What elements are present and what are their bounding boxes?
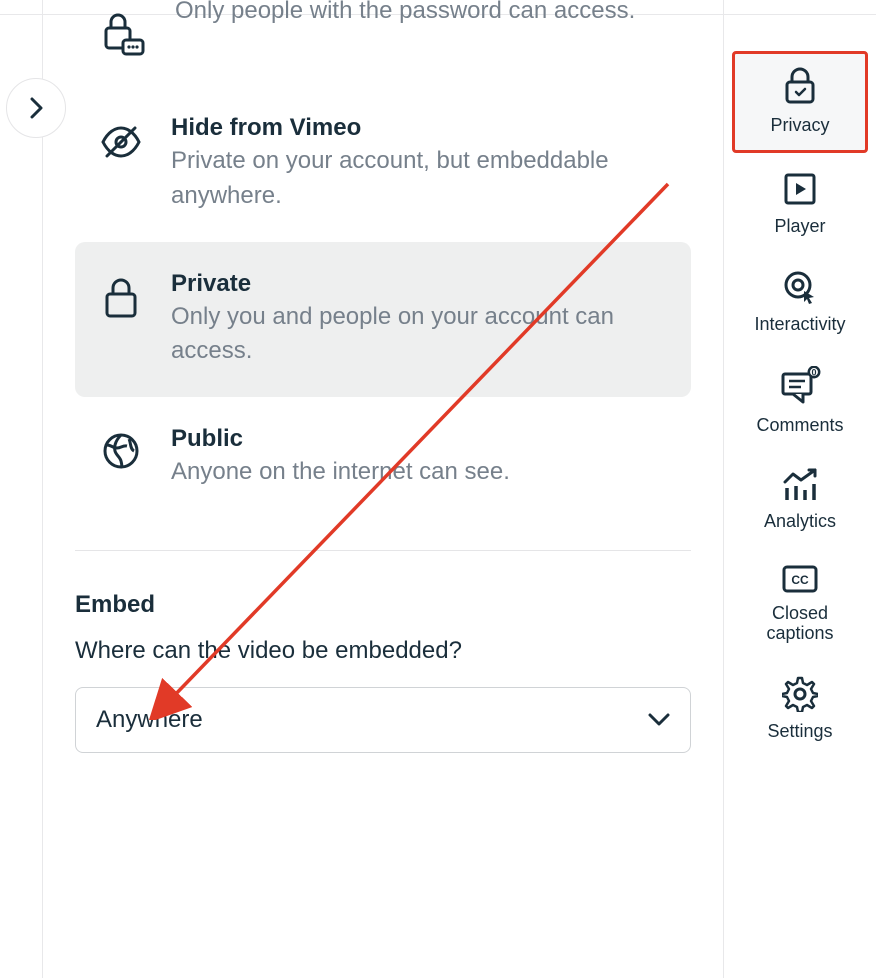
cc-icon: CC bbox=[781, 564, 819, 594]
privacy-option-password[interactable]: Password Only people with the password c… bbox=[75, 0, 691, 86]
option-desc: Only people with the password can access… bbox=[175, 0, 667, 29]
gear-icon bbox=[782, 676, 818, 712]
embed-location-select[interactable]: Anywhere bbox=[75, 687, 691, 753]
player-icon bbox=[782, 171, 818, 207]
option-title: Public bbox=[171, 425, 667, 453]
chevron-right-icon bbox=[28, 97, 44, 119]
rail-item-player[interactable]: Player bbox=[736, 159, 864, 251]
rail-item-interactivity[interactable]: Interactivity bbox=[736, 257, 864, 349]
embed-heading: Embed bbox=[75, 591, 691, 619]
section-divider bbox=[75, 550, 691, 551]
rail-label: Closed captions bbox=[740, 604, 860, 644]
rail-item-comments[interactable]: 0 Comments bbox=[736, 354, 864, 450]
interactivity-icon bbox=[782, 269, 818, 305]
option-title: Hide from Vimeo bbox=[171, 114, 667, 142]
settings-rail: Privacy Player Interactivity 0 Comments bbox=[724, 15, 876, 978]
rail-label: Player bbox=[774, 217, 825, 237]
rail-label: Comments bbox=[756, 416, 843, 436]
rail-item-privacy[interactable]: Privacy bbox=[732, 51, 868, 153]
svg-text:0: 0 bbox=[811, 368, 816, 378]
option-desc: Anyone on the internet can see. bbox=[171, 455, 667, 490]
lock-icon bbox=[99, 276, 143, 320]
analytics-icon bbox=[781, 468, 819, 502]
embed-select-value: Anywhere bbox=[96, 706, 203, 734]
expand-panel-button[interactable] bbox=[6, 78, 66, 138]
globe-icon bbox=[99, 431, 143, 471]
rail-label: Analytics bbox=[764, 512, 836, 532]
chevron-down-icon bbox=[648, 713, 670, 727]
option-desc: Only you and people on your account can … bbox=[171, 300, 667, 370]
option-title: Private bbox=[171, 270, 667, 298]
rail-label: Interactivity bbox=[754, 315, 845, 335]
rail-item-analytics[interactable]: Analytics bbox=[736, 456, 864, 546]
privacy-option-hide-from-vimeo[interactable]: Hide from Vimeo Private on your account,… bbox=[75, 86, 691, 242]
rail-label: Privacy bbox=[770, 116, 829, 136]
rail-item-settings[interactable]: Settings bbox=[736, 664, 864, 756]
embed-question: Where can the video be embedded? bbox=[75, 637, 691, 665]
privacy-option-private[interactable]: Private Only you and people on your acco… bbox=[75, 242, 691, 398]
rail-label: Settings bbox=[767, 722, 832, 742]
eye-slash-icon bbox=[99, 120, 143, 164]
privacy-panel: Password Only people with the password c… bbox=[42, 0, 724, 978]
svg-text:CC: CC bbox=[791, 573, 809, 587]
option-desc: Private on your account, but embeddable … bbox=[171, 144, 667, 214]
comments-icon: 0 bbox=[779, 366, 821, 406]
rail-item-closed-captions[interactable]: CC Closed captions bbox=[736, 552, 864, 658]
privacy-options-list: Password Only people with the password c… bbox=[43, 0, 723, 753]
privacy-option-public[interactable]: Public Anyone on the internet can see. bbox=[75, 397, 691, 518]
privacy-icon bbox=[782, 66, 818, 106]
lock-password-icon bbox=[99, 10, 147, 58]
